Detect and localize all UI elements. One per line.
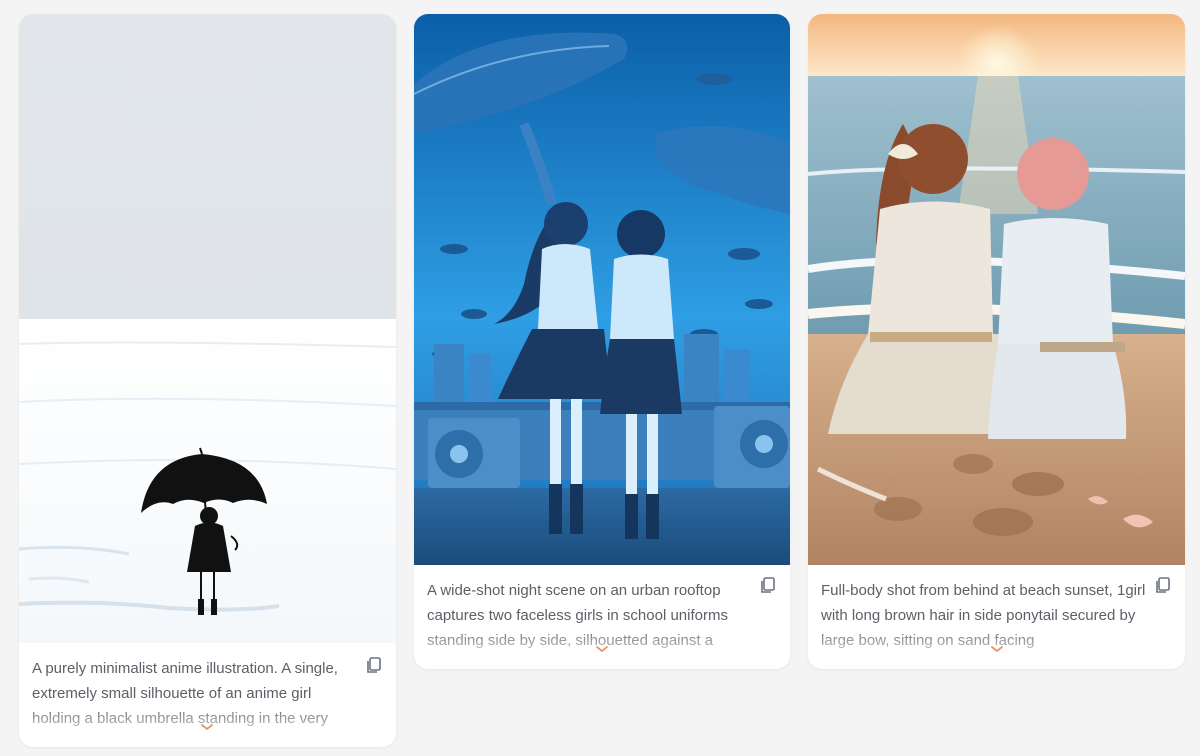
chevron-down-icon[interactable] (990, 644, 1004, 654)
card-image[interactable] (414, 14, 790, 565)
gallery-card[interactable]: A wide-shot night scene on an urban roof… (414, 14, 790, 669)
copy-icon[interactable] (365, 656, 383, 674)
card-image[interactable] (19, 14, 396, 643)
prompt-text: A wide-shot night scene on an urban roof… (427, 582, 728, 649)
gallery-card[interactable]: A purely minimalist anime illustration. … (19, 14, 396, 747)
prompt-text: A purely minimalist anime illustration. … (32, 660, 338, 727)
image-gallery: A purely minimalist anime illustration. … (0, 0, 1200, 756)
gallery-card[interactable]: Full-body shot from behind at beach suns… (808, 14, 1185, 669)
copy-icon[interactable] (759, 576, 777, 594)
copy-icon[interactable] (1154, 576, 1172, 594)
prompt-text: Full-body shot from behind at beach suns… (821, 582, 1146, 649)
card-image[interactable] (808, 14, 1185, 565)
chevron-down-icon[interactable] (200, 722, 214, 732)
chevron-down-icon[interactable] (595, 644, 609, 654)
